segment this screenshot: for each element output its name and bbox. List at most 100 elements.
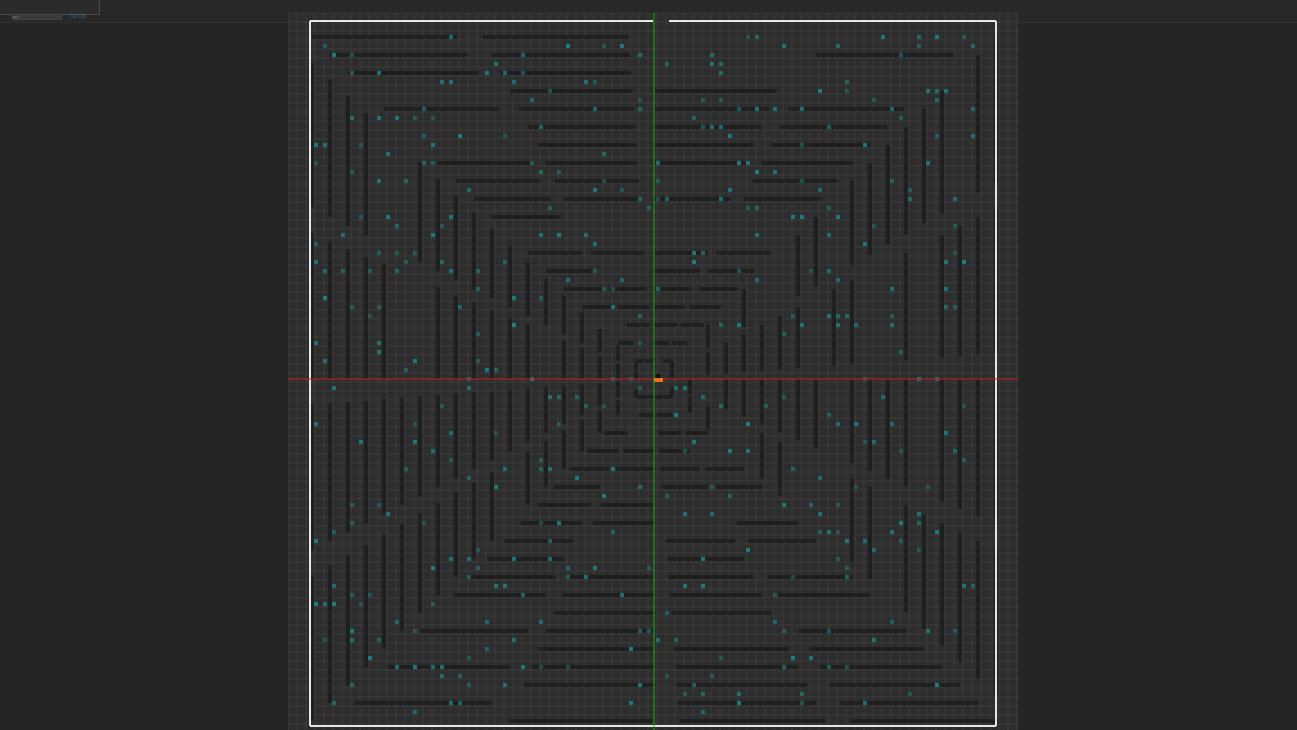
floor-tile: [782, 395, 786, 399]
panel-link[interactable]: □□ □□: [70, 14, 88, 18]
floor-tile: [539, 467, 543, 471]
floor-tile: [440, 260, 444, 264]
floor-tile: [746, 35, 750, 39]
floor-tile: [728, 494, 732, 498]
floor-tile: [503, 134, 507, 138]
floor-tile: [395, 665, 399, 669]
floor-tile: [332, 53, 336, 57]
floor-tile: [440, 404, 444, 408]
floor-tile: [377, 341, 381, 345]
floor-tile: [386, 152, 390, 156]
floor-tile: [773, 593, 777, 597]
floor-tile: [332, 602, 336, 606]
floor-tile: [323, 296, 327, 300]
floor-tile: [584, 575, 588, 579]
floor-tile: [350, 116, 354, 120]
floor-tile: [656, 161, 660, 165]
panel-tab[interactable]: Grid: [12, 14, 62, 20]
floor-tile: [449, 701, 453, 705]
floor-tile: [557, 395, 561, 399]
floor-tile: [899, 539, 903, 543]
floor-tile: [476, 566, 480, 570]
floor-tile: [935, 683, 939, 687]
floor-tile: [773, 170, 777, 174]
floor-tile: [953, 224, 957, 228]
floor-tile: [836, 215, 840, 219]
floor-tile: [368, 269, 372, 273]
floor-tile: [953, 305, 957, 309]
floor-tile: [512, 638, 516, 642]
floor-tile: [737, 269, 741, 273]
floor-tile: [368, 314, 372, 318]
floor-tile: [404, 467, 408, 471]
floor-tile: [701, 98, 705, 102]
floor-tile: [494, 368, 498, 372]
floor-tile: [854, 323, 858, 327]
floor-tile: [413, 251, 417, 255]
floor-tile: [638, 341, 642, 345]
floor-tile: [836, 530, 840, 534]
floor-tile: [458, 134, 462, 138]
level-viewport[interactable]: [288, 13, 1018, 730]
floor-tile: [773, 620, 777, 624]
floor-tile: [503, 467, 507, 471]
floor-tile: [395, 251, 399, 255]
floor-tile: [746, 449, 750, 453]
floor-tile: [836, 422, 840, 426]
floor-tile: [899, 521, 903, 525]
floor-tile: [521, 71, 525, 75]
floor-tile: [314, 161, 318, 165]
floor-tile: [458, 701, 462, 705]
floor-tile: [899, 53, 903, 57]
floor-tile: [881, 395, 885, 399]
floor-tile: [827, 530, 831, 534]
floor-tile: [890, 287, 894, 291]
floor-tile: [413, 422, 417, 426]
floor-tile: [782, 44, 786, 48]
floor-tile: [809, 656, 813, 660]
minimap-panel[interactable]: [0, 0, 100, 15]
floor-tile: [485, 368, 489, 372]
floor-tile: [377, 503, 381, 507]
floor-tile: [314, 422, 318, 426]
floor-tile: [314, 539, 318, 543]
maze-grid-canvas[interactable]: [288, 13, 1018, 730]
floor-tile: [692, 440, 696, 444]
floor-tile: [890, 323, 894, 327]
floor-tile: [332, 386, 336, 390]
floor-tile: [611, 305, 615, 309]
floor-tile: [359, 143, 363, 147]
floor-tile: [404, 368, 408, 372]
floor-tile: [440, 224, 444, 228]
floor-tile: [683, 386, 687, 390]
floor-tile: [908, 692, 912, 696]
floor-tile: [512, 80, 516, 84]
floor-tile: [539, 125, 543, 129]
floor-tile: [467, 656, 471, 660]
floor-tile: [314, 242, 318, 246]
floor-tile: [602, 494, 606, 498]
floor-tile: [674, 386, 678, 390]
floor-tile: [755, 35, 759, 39]
floor-tile: [467, 557, 471, 561]
floor-tile: [557, 521, 561, 525]
floor-tile: [521, 593, 525, 597]
floor-tile: [818, 188, 822, 192]
floor-tile: [926, 161, 930, 165]
floor-tile: [935, 35, 939, 39]
floor-tile: [602, 404, 606, 408]
floor-tile: [620, 44, 624, 48]
floor-tile: [836, 44, 840, 48]
floor-tile: [620, 278, 624, 282]
floor-tile: [449, 35, 453, 39]
floor-tile: [674, 413, 678, 417]
floor-tile: [620, 188, 624, 192]
floor-tile: [431, 143, 435, 147]
floor-tile: [737, 692, 741, 696]
floor-tile: [494, 584, 498, 588]
floor-tile: [350, 629, 354, 633]
floor-tile: [800, 107, 804, 111]
floor-tile: [485, 620, 489, 624]
floor-tile: [422, 521, 426, 525]
floor-tile: [917, 35, 921, 39]
